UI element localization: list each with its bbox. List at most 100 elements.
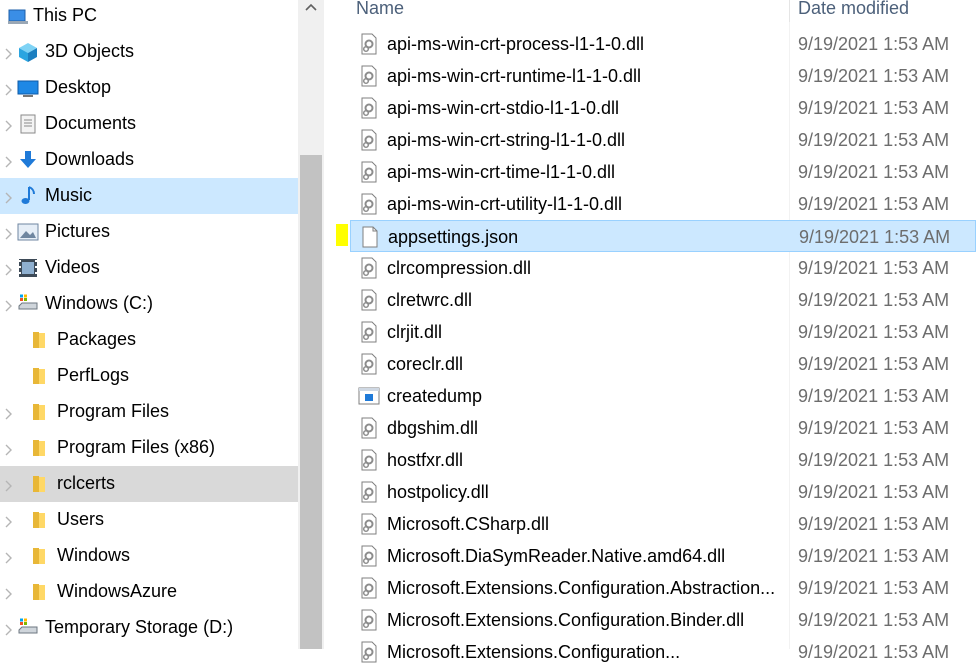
- file-row[interactable]: clretwrc.dll 9/19/2021 1:53 AM: [350, 284, 976, 316]
- file-name: api-ms-win-crt-process-l1-1-0.dll: [387, 34, 645, 54]
- file-name: clrcompression.dll: [387, 258, 532, 278]
- file-row[interactable]: clrcompression.dll 9/19/2021 1:53 AM: [350, 252, 976, 284]
- file-row[interactable]: api-ms-win-crt-string-l1-1-0.dll 9/19/202…: [350, 124, 976, 156]
- file-name: Microsoft.Extensions.Configuration.Abstr…: [387, 578, 776, 598]
- file-date-modified: 9/19/2021 1:53 AM: [799, 227, 951, 247]
- chevron-right-icon[interactable]: [3, 81, 13, 96]
- file-row[interactable]: hostfxr.dll 9/19/2021 1:53 AM: [350, 444, 976, 476]
- nav-item-packages[interactable]: Packages: [0, 322, 298, 358]
- nav-item-label: 3D Objects: [45, 41, 135, 61]
- folder-icon: [29, 581, 51, 603]
- nav-item-pictures[interactable]: Pictures: [0, 214, 298, 250]
- file-name: coreclr.dll: [387, 354, 464, 374]
- nav-item-label: Documents: [45, 113, 137, 133]
- file-row[interactable]: appsettings.json 9/19/2021 1:53 AM: [350, 220, 976, 252]
- file-row[interactable]: Microsoft.Extensions.Configuration.Abstr…: [350, 572, 976, 604]
- chevron-right-icon[interactable]: [3, 405, 13, 420]
- file-date-modified: 9/19/2021 1:53 AM: [798, 482, 950, 502]
- dll-icon: [358, 65, 380, 87]
- file-row[interactable]: createdump 9/19/2021 1:53 AM: [350, 380, 976, 412]
- file-row[interactable]: api-ms-win-crt-process-l1-1-0.dll 9/19/20…: [350, 28, 976, 60]
- chevron-right-icon[interactable]: [3, 621, 13, 636]
- nav-item-label: PerfLogs: [57, 365, 130, 385]
- nav-item-label: This PC: [33, 5, 98, 25]
- chevron-right-icon[interactable]: [3, 513, 13, 528]
- file-row[interactable]: api-ms-win-crt-stdio-l1-1-0.dll 9/19/2021…: [350, 92, 976, 124]
- file-row[interactable]: api-ms-win-crt-runtime-l1-1-0.dll 9/19/20…: [350, 60, 976, 92]
- file-row[interactable]: clrjit.dll 9/19/2021 1:53 AM: [350, 316, 976, 348]
- file-name: Microsoft.Extensions.Configuration.Binde…: [387, 610, 745, 630]
- nav-scrollbar[interactable]: [298, 0, 324, 649]
- file-row[interactable]: api-ms-win-crt-time-l1-1-0.dll 9/19/2021 …: [350, 156, 976, 188]
- 3d-objects-icon: [17, 41, 39, 63]
- file-row[interactable]: dbgshim.dll 9/19/2021 1:53 AM: [350, 412, 976, 444]
- videos-icon: [17, 257, 39, 279]
- column-header-name[interactable]: Name: [356, 0, 404, 18]
- file-row[interactable]: Microsoft.Extensions.Configuration.Binde…: [350, 604, 976, 636]
- nav-item-program-files-x86[interactable]: Program Files (x86): [0, 430, 298, 466]
- file-date-modified: 9/19/2021 1:53 AM: [798, 418, 950, 438]
- column-header-date-modified[interactable]: Date modified: [798, 0, 909, 18]
- nav-item-windows[interactable]: Windows: [0, 538, 298, 574]
- chevron-right-icon[interactable]: [3, 477, 13, 492]
- nav-item-downloads[interactable]: Downloads: [0, 142, 298, 178]
- nav-item-desktop[interactable]: Desktop: [0, 70, 298, 106]
- nav-item-videos[interactable]: Videos: [0, 250, 298, 286]
- scroll-up-icon[interactable]: [298, 0, 324, 18]
- nav-item-label: Videos: [45, 257, 100, 277]
- file-date-modified: 9/19/2021 1:53 AM: [798, 290, 950, 310]
- scrollbar-thumb[interactable]: [300, 155, 322, 649]
- nav-item-temporary-storage-d[interactable]: Temporary Storage (D:): [0, 610, 298, 646]
- folder-icon: [29, 401, 51, 423]
- file-name: Microsoft.CSharp.dll: [387, 514, 550, 534]
- drive-icon: [17, 293, 39, 315]
- chevron-right-icon[interactable]: [3, 189, 13, 204]
- nav-item-label: Program Files (x86): [57, 437, 216, 457]
- exe-icon: [358, 385, 380, 407]
- nav-item-users[interactable]: Users: [0, 502, 298, 538]
- nav-item-label: Windows (C:): [45, 293, 154, 313]
- nav-item-this-pc[interactable]: This PC: [0, 0, 298, 34]
- file-row[interactable]: api-ms-win-crt-utility-l1-1-0.dll 9/19/20…: [350, 188, 976, 220]
- column-divider[interactable]: [789, 0, 790, 22]
- dll-icon: [358, 129, 380, 151]
- chevron-right-icon[interactable]: [3, 441, 13, 456]
- file-row[interactable]: Microsoft.CSharp.dll 9/19/2021 1:53 AM: [350, 508, 976, 540]
- chevron-right-icon[interactable]: [3, 117, 13, 132]
- documents-icon: [17, 113, 39, 135]
- nav-item-perflogs[interactable]: PerfLogs: [0, 358, 298, 394]
- nav-item-rclcerts[interactable]: rclcerts: [0, 466, 298, 502]
- chevron-right-icon[interactable]: [3, 261, 13, 276]
- file-date-modified: 9/19/2021 1:53 AM: [798, 578, 950, 598]
- folder-icon: [29, 365, 51, 387]
- file-row[interactable]: coreclr.dll 9/19/2021 1:53 AM: [350, 348, 976, 380]
- file-date-modified: 9/19/2021 1:53 AM: [798, 258, 950, 278]
- nav-item-windowsazure[interactable]: WindowsAzure: [0, 574, 298, 610]
- nav-item-label: Packages: [57, 329, 137, 349]
- nav-item-label: Program Files: [57, 401, 170, 421]
- nav-item-3d-objects[interactable]: 3D Objects: [0, 34, 298, 70]
- chevron-right-icon[interactable]: [3, 45, 13, 60]
- chevron-right-icon[interactable]: [3, 225, 13, 240]
- nav-item-label: Downloads: [45, 149, 135, 169]
- folder-icon: [29, 329, 51, 351]
- nav-item-label: Users: [57, 509, 105, 529]
- chevron-right-icon[interactable]: [3, 549, 13, 564]
- file-date-modified: 9/19/2021 1:53 AM: [798, 610, 950, 630]
- file-row[interactable]: Microsoft.Extensions.Configuration... 9/1…: [350, 636, 976, 668]
- file-row[interactable]: Microsoft.DiaSymReader.Native.amd64.dll 9…: [350, 540, 976, 572]
- file-row[interactable]: hostpolicy.dll 9/19/2021 1:53 AM: [350, 476, 976, 508]
- dll-icon: [358, 449, 380, 471]
- chevron-right-icon[interactable]: [3, 585, 13, 600]
- nav-item-documents[interactable]: Documents: [0, 106, 298, 142]
- dll-icon: [358, 417, 380, 439]
- nav-item-music[interactable]: Music: [0, 178, 298, 214]
- nav-item-windows-c[interactable]: Windows (C:): [0, 286, 298, 322]
- nav-item-program-files[interactable]: Program Files: [0, 394, 298, 430]
- file-name: api-ms-win-crt-time-l1-1-0.dll: [387, 162, 616, 182]
- chevron-right-icon[interactable]: [3, 297, 13, 312]
- chevron-right-icon[interactable]: [3, 153, 13, 168]
- nav-item-label: Windows: [57, 545, 131, 565]
- file-date-modified: 9/19/2021 1:53 AM: [798, 450, 950, 470]
- file-date-modified: 9/19/2021 1:53 AM: [798, 354, 950, 374]
